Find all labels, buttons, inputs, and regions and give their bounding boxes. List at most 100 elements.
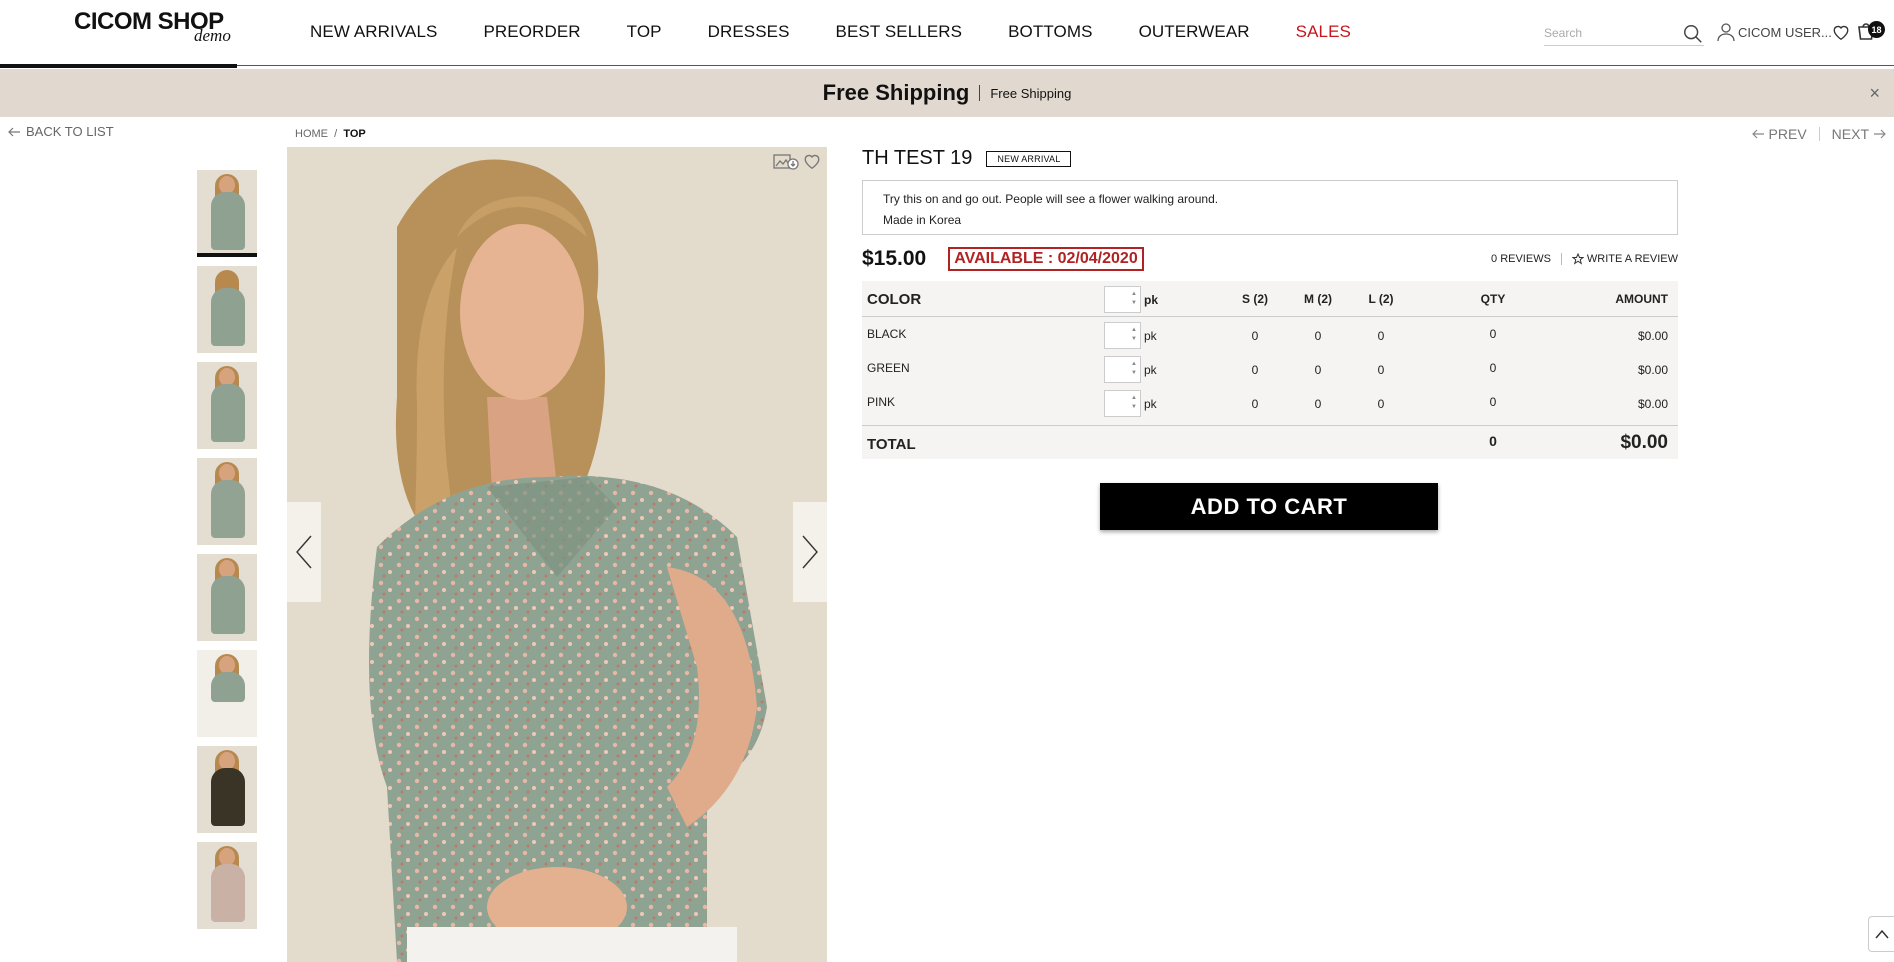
next-link[interactable]: NEXT bbox=[1832, 126, 1886, 142]
pack-cell: ▲ ▼ pk bbox=[1104, 322, 1157, 349]
arrow-left-icon bbox=[8, 127, 20, 136]
reviews-divider bbox=[1560, 253, 1562, 265]
pack-unit: pk bbox=[1144, 328, 1157, 343]
pager-divider bbox=[1818, 127, 1820, 141]
product-main-image[interactable] bbox=[287, 147, 827, 962]
product-info: TH TEST 19 NEW ARRIVAL Try this on and g… bbox=[862, 147, 1678, 530]
image-tools bbox=[773, 153, 821, 171]
logo-subtext: demo bbox=[194, 26, 231, 45]
size-l-value: 0 bbox=[1377, 363, 1385, 377]
size-m-value: 0 bbox=[1314, 363, 1322, 377]
search-box bbox=[1544, 22, 1704, 46]
site-logo[interactable]: CICOM SHOP demo bbox=[74, 8, 231, 45]
active-indicator bbox=[0, 64, 237, 68]
scroll-top-button[interactable] bbox=[1868, 916, 1894, 952]
pack-unit: pk bbox=[1144, 362, 1157, 377]
table-row: BLACK ▲ ▼ pk 0 0 0 0 $0.00 bbox=[862, 317, 1678, 351]
chevron-up-icon bbox=[1874, 929, 1889, 939]
write-review-label: WRITE A REVIEW bbox=[1586, 253, 1678, 265]
close-icon[interactable]: × bbox=[1869, 83, 1880, 104]
product-price: $15.00 bbox=[862, 247, 927, 270]
color-name: GREEN bbox=[867, 361, 910, 375]
availability-badge: AVAILABLE : 02/04/2020 bbox=[948, 247, 1144, 271]
product-pager: PREV NEXT bbox=[1751, 126, 1886, 142]
qty-value: 0 bbox=[1489, 361, 1497, 375]
promo-subtitle: Free Shipping bbox=[990, 85, 1072, 101]
size-l-header: L (2) bbox=[1368, 292, 1394, 306]
user-icon bbox=[1717, 23, 1735, 42]
thumbnail[interactable] bbox=[197, 362, 257, 449]
nav-item-best-sellers[interactable]: BEST SELLERS bbox=[836, 22, 963, 42]
quantity-stepper[interactable]: ▲ ▼ bbox=[1104, 356, 1141, 383]
add-to-cart-button[interactable]: ADD TO CART bbox=[1100, 483, 1438, 530]
size-l-value: 0 bbox=[1377, 397, 1385, 411]
arrow-right-icon bbox=[1874, 129, 1886, 139]
wishlist-icon[interactable] bbox=[1832, 24, 1850, 41]
next-image-button[interactable] bbox=[793, 502, 827, 602]
size-m-value: 0 bbox=[1314, 329, 1322, 343]
amount-value: $0.00 bbox=[1637, 397, 1668, 411]
arrow-left-icon bbox=[1751, 129, 1764, 139]
back-label: BACK TO LIST bbox=[26, 124, 114, 139]
size-m-value: 0 bbox=[1314, 397, 1322, 411]
size-l-value: 0 bbox=[1377, 329, 1385, 343]
total-label: TOTAL bbox=[867, 436, 916, 453]
pack-cell: ▲ ▼ pk bbox=[1104, 390, 1157, 417]
nav-item-new-arrivals[interactable]: NEW ARRIVALS bbox=[310, 22, 437, 42]
qty-value: 0 bbox=[1489, 395, 1497, 409]
pack-header: ▲ ▼ pk bbox=[1104, 286, 1158, 313]
next-label: NEXT bbox=[1831, 126, 1869, 142]
nav-item-bottoms[interactable]: BOTTOMS bbox=[1008, 22, 1092, 42]
order-table: COLOR ▲ ▼ pk S (2) M (2) L (2) QTY AMOUNT… bbox=[862, 281, 1678, 459]
reviews-count[interactable]: 0 REVIEWS bbox=[1491, 253, 1551, 265]
nav-item-top[interactable]: TOP bbox=[627, 22, 662, 42]
nav-item-sales[interactable]: SALES bbox=[1296, 22, 1351, 42]
prev-label: PREV bbox=[1768, 126, 1807, 142]
price-row: $15.00 AVAILABLE : 02/04/2020 0 REVIEWS … bbox=[862, 245, 1678, 273]
thumbnail[interactable] bbox=[197, 554, 257, 641]
table-row: GREEN ▲ ▼ pk 0 0 0 0 $0.00 bbox=[862, 351, 1678, 385]
write-review-link[interactable]: WRITE A REVIEW bbox=[1571, 253, 1678, 265]
size-s-value: 0 bbox=[1251, 397, 1259, 411]
heart-icon[interactable] bbox=[803, 153, 821, 170]
back-to-list-link[interactable]: BACK TO LIST bbox=[8, 124, 114, 139]
pack-all-input[interactable]: ▲ ▼ bbox=[1104, 286, 1141, 313]
image-download-icon[interactable] bbox=[773, 153, 799, 171]
nav-item-preorder[interactable]: PREORDER bbox=[483, 22, 580, 42]
nav-item-dresses[interactable]: DRESSES bbox=[708, 22, 790, 42]
thumbnail[interactable] bbox=[197, 650, 257, 737]
quantity-stepper[interactable]: ▲ ▼ bbox=[1104, 322, 1141, 349]
breadcrumb: HOME / TOP bbox=[295, 128, 366, 140]
thumbnail[interactable] bbox=[197, 266, 257, 353]
pack-unit: pk bbox=[1144, 292, 1159, 307]
total-row: TOTAL 0 $0.00 bbox=[862, 425, 1678, 459]
breadcrumb-home[interactable]: HOME bbox=[295, 128, 328, 140]
promo-divider bbox=[979, 85, 981, 101]
amount-value: $0.00 bbox=[1637, 329, 1668, 343]
qty-header: QTY bbox=[1480, 292, 1506, 306]
user-menu[interactable]: CICOM USER... bbox=[1717, 22, 1832, 42]
breadcrumb-separator: / bbox=[334, 128, 338, 140]
size-s-value: 0 bbox=[1251, 363, 1259, 377]
main-nav: NEW ARRIVALS PREORDER TOP DRESSES BEST S… bbox=[310, 22, 1397, 42]
thumbnail[interactable] bbox=[197, 842, 257, 929]
breadcrumb-current[interactable]: TOP bbox=[343, 128, 365, 140]
size-s-header: S (2) bbox=[1241, 292, 1268, 306]
star-icon bbox=[1571, 253, 1584, 265]
prev-image-button[interactable] bbox=[287, 502, 321, 602]
total-amount: $0.00 bbox=[1620, 432, 1668, 453]
prev-link[interactable]: PREV bbox=[1751, 126, 1807, 142]
nav-item-outerwear[interactable]: OUTERWEAR bbox=[1139, 22, 1250, 42]
pack-cell: ▲ ▼ pk bbox=[1104, 356, 1157, 383]
quantity-stepper[interactable]: ▲ ▼ bbox=[1104, 390, 1141, 417]
search-input[interactable] bbox=[1544, 22, 1674, 40]
site-header: CICOM SHOP demo NEW ARRIVALS PREORDER TO… bbox=[0, 0, 1894, 68]
search-icon[interactable] bbox=[1682, 23, 1704, 45]
total-qty: 0 bbox=[1489, 433, 1497, 449]
thumbnail[interactable] bbox=[197, 170, 257, 257]
reviews-bar: 0 REVIEWS WRITE A REVIEW bbox=[1491, 253, 1678, 265]
title-row: TH TEST 19 NEW ARRIVAL bbox=[862, 147, 1678, 170]
thumbnail[interactable] bbox=[197, 458, 257, 545]
description-line: Try this on and go out. People will see … bbox=[883, 192, 1219, 206]
thumbnail[interactable] bbox=[197, 746, 257, 833]
